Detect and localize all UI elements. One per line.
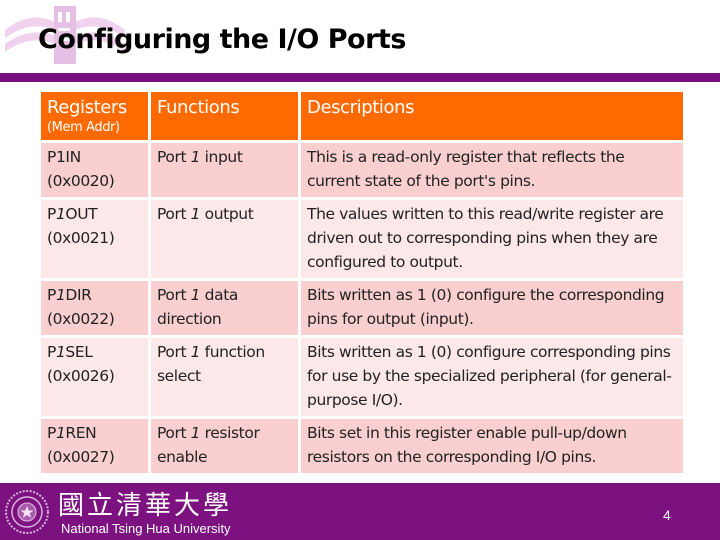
description-cell: The values written to this read/write re… [298,197,686,281]
function-cell: Port 1 data direction [148,278,301,338]
slide-title: Configuring the I/O Ports [38,24,406,55]
header-registers-sub: (Mem Addr) [47,120,120,135]
footer-bar: 國立清華大學 National Tsing Hua University 4 [0,483,720,540]
table-header-row: Registers (Mem Addr) Functions Descripti… [38,89,686,143]
register-cell: P1SEL (0x0026) [38,335,151,419]
university-name-chinese: 國立清華大學 [58,491,233,521]
header-functions: Functions [148,89,301,143]
register-cell: P1IN (0x0020) [38,140,151,200]
table-row: P1OUT (0x0021) Port 1 output The values w… [38,197,686,281]
register-cell: P1OUT (0x0021) [38,197,151,281]
table-row: P1REN (0x0027) Port 1 resistor enable Bit… [38,416,686,476]
table-row: P1IN (0x0020) Port 1 input This is a read… [38,140,686,200]
function-cell: Port 1 resistor enable [148,416,301,476]
description-cell: Bits set in this register enable pull-up… [298,416,686,476]
function-cell: Port 1 input [148,140,301,200]
description-cell: Bits written as 1 (0) configure correspo… [298,335,686,419]
title-divider [0,73,720,82]
description-cell: Bits written as 1 (0) configure the corr… [298,278,686,338]
io-registers-table: Registers (Mem Addr) Functions Descripti… [38,89,686,476]
table-row: P1SEL (0x0026) Port 1 function select Bit… [38,335,686,419]
register-cell: P1DIR (0x0022) [38,278,151,338]
university-seal-icon [5,490,49,534]
header-descriptions: Descriptions [298,89,686,143]
page-number: 4 [663,507,671,523]
register-cell: P1REN (0x0027) [38,416,151,476]
header-registers: Registers (Mem Addr) [38,89,151,143]
university-name-english: National Tsing Hua University [61,521,231,536]
function-cell: Port 1 function select [148,335,301,419]
table-row: P1DIR (0x0022) Port 1 data direction Bits… [38,278,686,338]
description-cell: This is a read-only register that reflec… [298,140,686,200]
function-cell: Port 1 output [148,197,301,281]
